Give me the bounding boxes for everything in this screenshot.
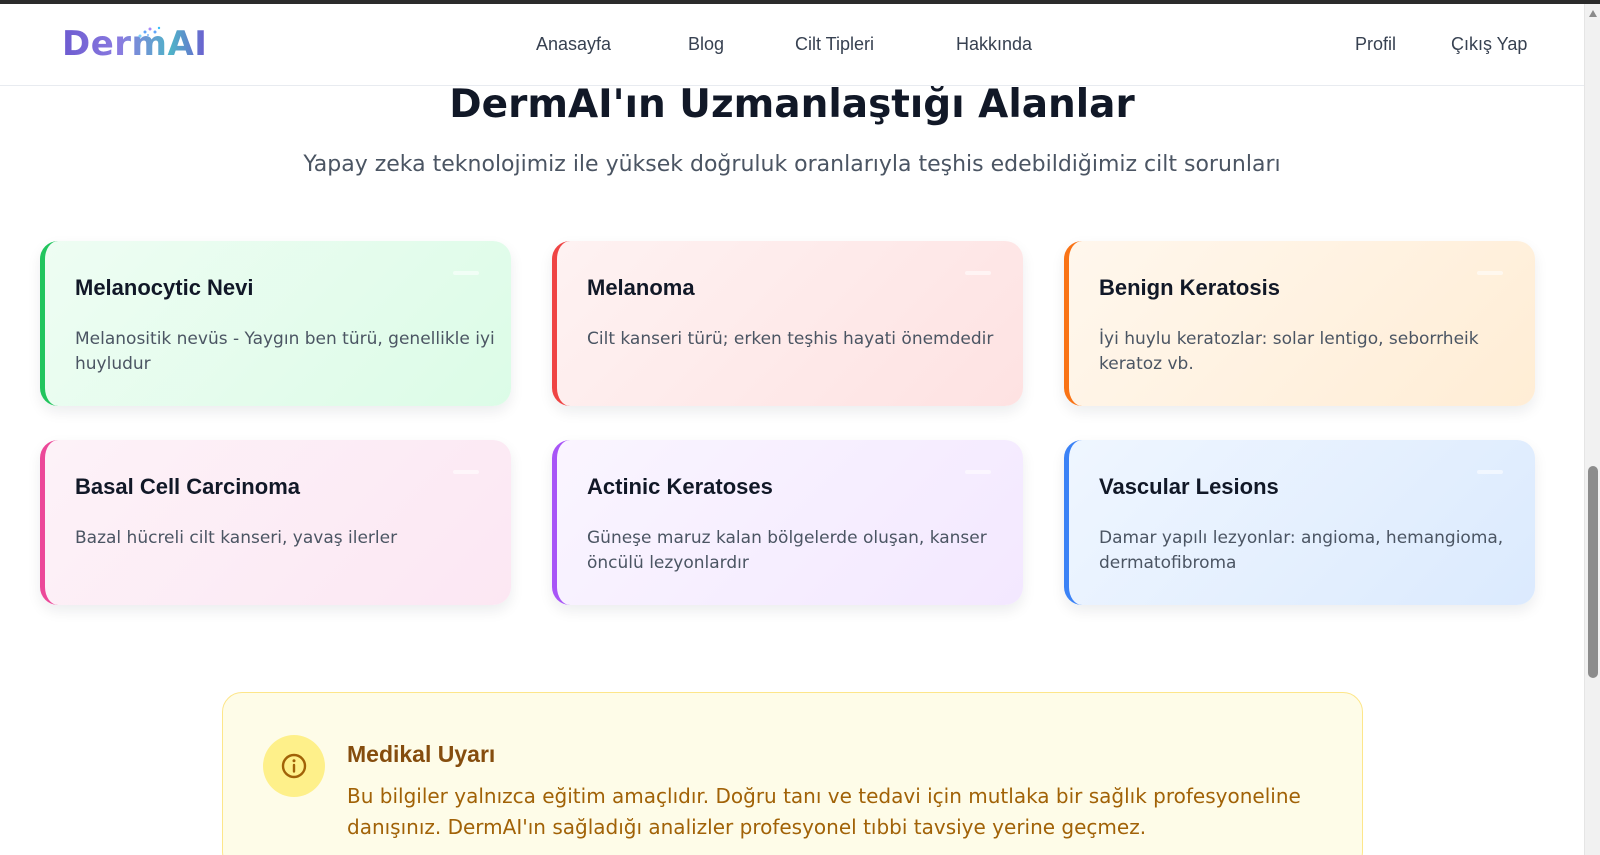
card-decoration xyxy=(453,271,479,275)
card-description: Melanositik nevüs - Yaygın ben türü, gen… xyxy=(75,329,495,374)
card-decoration xyxy=(1477,470,1503,474)
page-scrollbar[interactable] xyxy=(1584,4,1600,855)
nav-link-home[interactable]: Anasayfa xyxy=(536,34,611,55)
card-description: Güneşe maruz kalan bölgelerde oluşan, ka… xyxy=(587,528,987,573)
section-subtitle: Yapay zeka teknolojimiz ile yüksek doğru… xyxy=(303,152,1281,177)
condition-card-basal-cell-carcinoma[interactable]: Basal Cell Carcinoma Bazal hücreli cilt … xyxy=(40,440,511,605)
card-description: Bazal hücreli cilt kanseri, yavaş ilerle… xyxy=(75,528,398,548)
logo-sparkle-icon xyxy=(138,26,161,38)
nav-link-about[interactable]: Hakkında xyxy=(956,34,1032,55)
info-icon xyxy=(263,735,325,797)
warning-title: Medikal Uyarı xyxy=(347,741,496,767)
card-decoration xyxy=(1477,271,1503,275)
card-title: Actinic Keratoses xyxy=(587,474,773,499)
card-title: Benign Keratosis xyxy=(1099,275,1280,300)
condition-card-melanoma[interactable]: Melanoma Cilt kanseri türü; erken teşhis… xyxy=(552,241,1023,406)
card-decoration xyxy=(965,271,991,275)
warning-text: Bu bilgiler yalnızca eğitim amaçlıdır. D… xyxy=(347,784,1301,839)
card-description: İyi huylu keratozlar: solar lentigo, seb… xyxy=(1099,329,1479,374)
condition-card-benign-keratosis[interactable]: Benign Keratosis İyi huylu keratozlar: s… xyxy=(1064,241,1535,406)
card-title: Basal Cell Carcinoma xyxy=(75,474,300,499)
condition-card-actinic-keratoses[interactable]: Actinic Keratoses Güneşe maruz kalan böl… xyxy=(552,440,1023,605)
card-title: Melanoma xyxy=(587,275,695,300)
nav-link-profile[interactable]: Profil xyxy=(1355,34,1396,55)
card-decoration xyxy=(453,470,479,474)
medical-warning-box: Medikal Uyarı Bu bilgiler yalnızca eğiti… xyxy=(222,692,1363,855)
nav-link-logout[interactable]: Çıkış Yap xyxy=(1451,34,1527,55)
card-description: Damar yapılı lezyonlar: angioma, hemangi… xyxy=(1099,528,1504,573)
card-decoration xyxy=(965,470,991,474)
condition-card-melanocytic-nevi[interactable]: Melanocytic Nevi Melanositik nevüs - Yay… xyxy=(40,241,511,406)
scrollbar-thumb[interactable] xyxy=(1588,466,1598,678)
logo[interactable]: DermAI xyxy=(62,24,207,64)
nav-link-skin-types[interactable]: Cilt Tipleri xyxy=(795,34,874,55)
section-title: DermAI'ın Uzmanlaştığı Alanlar xyxy=(449,82,1135,127)
card-title: Vascular Lesions xyxy=(1099,474,1279,499)
scroll-up-arrow-icon[interactable] xyxy=(1589,10,1597,17)
card-title: Melanocytic Nevi xyxy=(75,275,254,300)
nav-link-blog[interactable]: Blog xyxy=(688,34,724,55)
card-description: Cilt kanseri türü; erken teşhis hayati ö… xyxy=(587,329,994,349)
navbar: DermAI Anasayfa Blog Cilt Tipleri Hakkın… xyxy=(0,4,1584,86)
condition-card-vascular-lesions[interactable]: Vascular Lesions Damar yapılı lezyonlar:… xyxy=(1064,440,1535,605)
